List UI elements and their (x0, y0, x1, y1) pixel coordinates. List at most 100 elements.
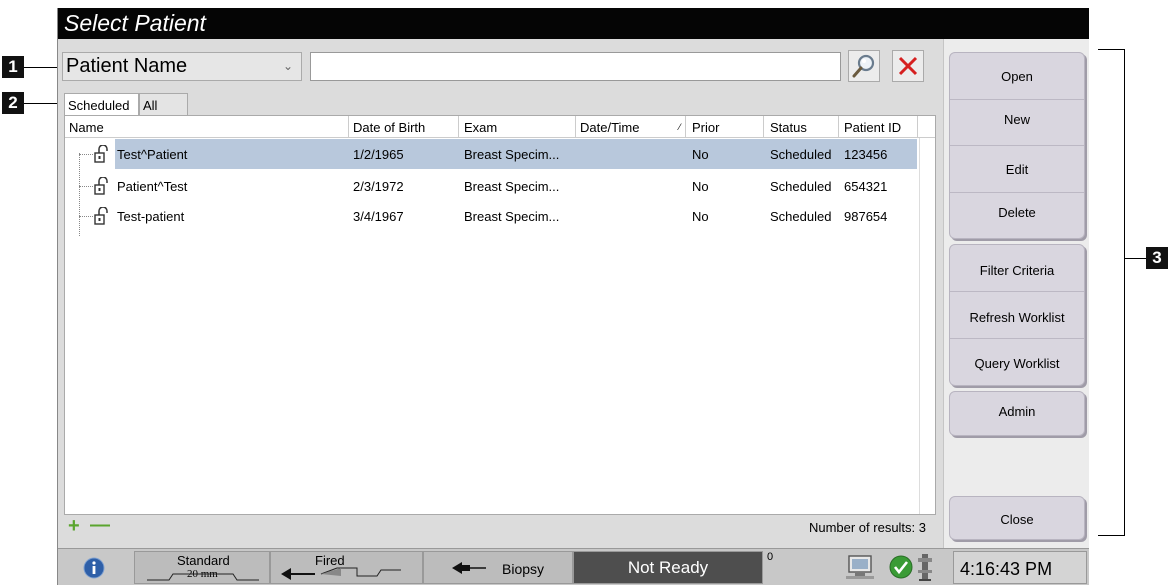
callout-3-line (1125, 258, 1146, 259)
gantry-icon (918, 554, 932, 581)
table-row[interactable]: Test-patient 3/4/1967 Breast Specim... N… (65, 201, 917, 231)
edit-button[interactable]: Edit (950, 146, 1084, 193)
window-title: Select Patient (64, 10, 206, 36)
unlocked-padlock-icon (94, 207, 108, 225)
info-button[interactable] (58, 551, 134, 584)
close-group: Close (949, 496, 1085, 540)
column-header-dob[interactable]: Date of Birth (353, 120, 425, 135)
tree-connector (79, 186, 93, 187)
unlocked-padlock-icon (94, 145, 108, 163)
column-divider (458, 116, 459, 138)
tree-connector (79, 154, 93, 155)
cell-exam: Breast Specim... (464, 179, 560, 194)
results-count: Number of results: 3 (808, 520, 926, 535)
cell-status: Scheduled (770, 147, 832, 162)
status-taskbar: 0 Standard 20 mm Fired (58, 548, 1089, 585)
column-divider (685, 116, 686, 138)
cell-prior: No (692, 209, 709, 224)
paddle-status[interactable]: Standard 20 mm (134, 551, 270, 584)
new-button-label: New (1003, 112, 1030, 127)
tab-all[interactable]: All (139, 93, 188, 117)
table-row[interactable]: Test^Patient 1/2/1965 Breast Specim... N… (65, 139, 917, 169)
close-button-label: Close (1000, 512, 1034, 527)
admin-button-label: Admin (998, 404, 1036, 419)
cell-prior: No (692, 147, 709, 162)
worklist-actions-group: Filter Criteria Refresh Worklist Query W… (949, 244, 1085, 386)
column-header-datetime[interactable]: Date/Time (580, 120, 639, 135)
clear-search-button[interactable] (892, 50, 924, 82)
system-status: Not Ready (573, 551, 763, 584)
refresh-worklist-button[interactable]: Refresh Worklist (950, 292, 1084, 339)
computer-icon (846, 555, 874, 579)
unlocked-padlock-icon (94, 177, 108, 195)
search-field-select[interactable]: Patient Name ⌄ (62, 52, 302, 81)
column-header-prior[interactable]: Prior (692, 120, 719, 135)
column-divider (575, 116, 576, 138)
chevron-down-icon: ⌄ (282, 59, 293, 73)
biopsy-button[interactable]: Biopsy (423, 551, 573, 584)
column-header-status[interactable]: Status (770, 120, 807, 135)
cell-prior: No (692, 179, 709, 194)
callout-1-line (24, 67, 61, 68)
new-button[interactable]: New (950, 100, 1084, 146)
open-button[interactable]: Open (950, 53, 1084, 100)
cell-name: Test-patient (117, 209, 185, 224)
callout-1: 1 (2, 56, 24, 78)
patient-table: Name Date of Birth Exam Date/Time ⁄ Prio… (64, 115, 936, 515)
fired-status[interactable]: Fired (270, 551, 423, 584)
search-field-value: Patient Name (66, 55, 188, 77)
minus-icon[interactable]: — (90, 515, 110, 535)
delete-button[interactable]: Delete (950, 193, 1084, 238)
select-patient-window: Select Patient Patient Name ⌄ Scheduled … (57, 8, 1089, 585)
plus-icon[interactable]: + (68, 516, 80, 536)
cell-status: Scheduled (770, 209, 832, 224)
info-icon (83, 557, 105, 579)
filter-criteria-label: Filter Criteria (979, 263, 1055, 278)
callout-3: 3 (1146, 247, 1168, 269)
needle-fired-icon (281, 567, 401, 580)
patient-actions-group: Open New Edit Delete (949, 52, 1085, 239)
filter-criteria-button[interactable]: Filter Criteria (950, 245, 1084, 292)
sort-indicator-icon: ⁄ (679, 122, 681, 132)
clock-time: 4:16:43 PM (960, 559, 1053, 579)
system-count: 0 (767, 551, 774, 563)
column-divider (763, 116, 764, 138)
tab-scheduled[interactable]: Scheduled (64, 93, 139, 117)
column-header-name[interactable]: Name (69, 120, 104, 135)
column-divider (838, 116, 839, 138)
close-button[interactable]: Close (950, 497, 1084, 539)
cell-name: Patient^Test (117, 179, 188, 194)
admin-button[interactable]: Admin (950, 392, 1084, 435)
paddle-icon (147, 573, 259, 581)
query-worklist-button[interactable]: Query Worklist (950, 339, 1084, 385)
cell-patient-id: 654321 (844, 179, 888, 194)
cell-status: Scheduled (770, 179, 832, 194)
search-input[interactable] (310, 52, 841, 81)
cell-dob: 3/4/1967 (353, 209, 404, 224)
search-button[interactable] (848, 50, 880, 82)
vertical-scrollbar[interactable] (919, 138, 935, 514)
column-divider (348, 116, 349, 138)
callout-3-bracket (1098, 49, 1125, 536)
query-worklist-label: Query Worklist (974, 356, 1060, 371)
cell-dob: 2/3/1972 (353, 179, 404, 194)
column-divider (917, 116, 918, 138)
search-bar: Patient Name ⌄ (58, 39, 943, 92)
red-x-icon (898, 56, 918, 76)
refresh-worklist-label: Refresh Worklist (969, 310, 1065, 325)
edit-button-label: Edit (1005, 162, 1029, 177)
column-header-exam[interactable]: Exam (464, 120, 497, 135)
system-status-label: Not Ready (627, 558, 709, 577)
paddle-label: Standard (177, 553, 230, 568)
column-header-patient-id[interactable]: Patient ID (844, 120, 901, 135)
biopsy-needle-icon (452, 562, 486, 574)
action-panel: Open New Edit Delete Filter Criteria Ref… (943, 39, 1089, 548)
cell-exam: Breast Specim... (464, 147, 560, 162)
checkmark-icon (889, 555, 913, 579)
clock: 4:16:43 PM (953, 551, 1087, 584)
table-header: Name Date of Birth Exam Date/Time ⁄ Prio… (65, 116, 935, 138)
table-row[interactable]: Patient^Test 2/3/1972 Breast Specim... N… (65, 171, 917, 201)
table-footer: + — Number of results: 3 (64, 515, 936, 539)
delete-button-label: Delete (998, 205, 1036, 220)
system-icons[interactable]: 0 (763, 551, 953, 584)
